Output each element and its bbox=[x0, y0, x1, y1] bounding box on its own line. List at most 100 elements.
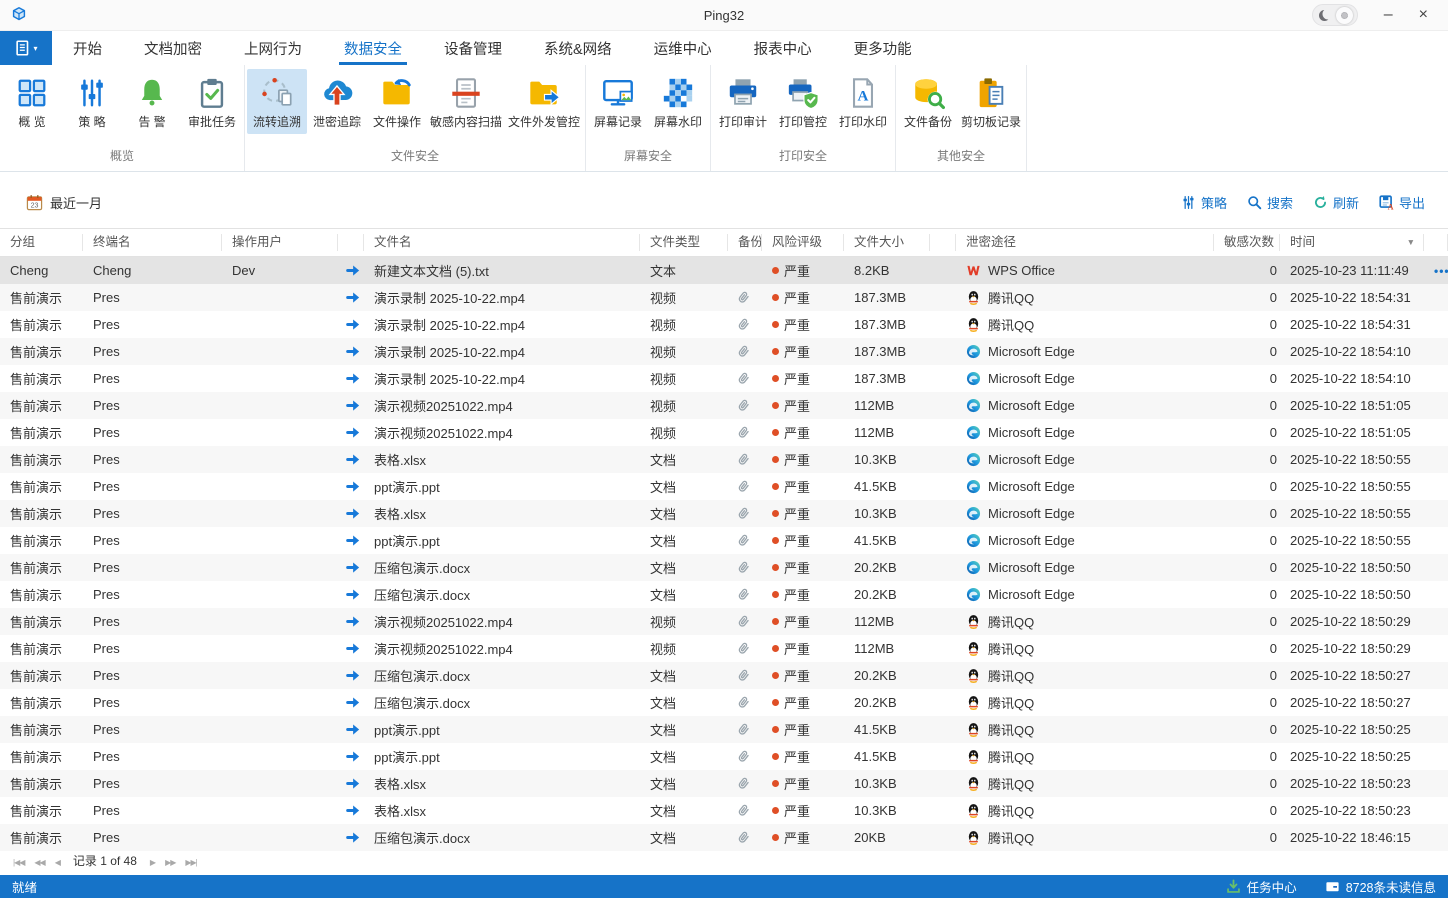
table-row[interactable]: 售前演示 Pres 演示视频20251022.mp4 视频 严重 112MB Microso… bbox=[0, 419, 1448, 446]
column-header-9[interactable]: 文件大小 bbox=[844, 234, 930, 251]
tab-6[interactable]: 系统&网络 bbox=[523, 31, 633, 65]
pager-next-icon[interactable]: ▶ bbox=[150, 858, 156, 867]
column-header-5[interactable]: 文件名 bbox=[364, 234, 640, 251]
ribbon-button-doc-a[interactable]: A 打印水印 bbox=[833, 69, 893, 134]
ribbon-button-folder-return[interactable]: 文件操作 bbox=[367, 69, 427, 134]
ribbon-button-screen-record[interactable]: 屏幕记录 bbox=[588, 69, 648, 134]
ribbon-button-bell[interactable]: 告 警 bbox=[122, 69, 182, 134]
policy-button[interactable]: 策略 bbox=[1181, 193, 1227, 212]
pager-last-icon[interactable]: ▶▶| bbox=[185, 858, 197, 867]
table-row[interactable]: 售前演示 Pres 演示视频20251022.mp4 视频 严重 112MB 腾讯QQ 0 20… bbox=[0, 608, 1448, 635]
search-button[interactable]: 搜索 bbox=[1247, 193, 1293, 212]
table-row[interactable]: 售前演示 Pres 演示录制 2025-10-22.mp4 视频 严重 187.3MB 腾讯… bbox=[0, 311, 1448, 338]
pager-fast-prev-icon[interactable]: ◀◀ bbox=[34, 858, 45, 867]
cell-count: 0 bbox=[1269, 425, 1277, 440]
table-row[interactable]: 售前演示 Pres ppt演示.ppt 文档 严重 41.5KB 腾讯QQ 0 2025-10-… bbox=[0, 716, 1448, 743]
app-menu-button[interactable]: ▾ bbox=[0, 31, 52, 65]
tab-1[interactable]: 开始 bbox=[52, 31, 123, 65]
column-header-11[interactable]: 泄密途径 bbox=[956, 234, 1214, 251]
tab-2[interactable]: 文档加密 bbox=[123, 31, 223, 65]
table-row[interactable]: 售前演示 Pres 演示视频20251022.mp4 视频 严重 112MB Microso… bbox=[0, 392, 1448, 419]
ribbon-button-clipboard-check[interactable]: 审批任务 bbox=[182, 69, 242, 134]
column-header-2[interactable]: 终端名 bbox=[83, 234, 222, 251]
table-row[interactable]: 售前演示 Pres 演示录制 2025-10-22.mp4 视频 严重 187.3MB Mi… bbox=[0, 338, 1448, 365]
table-row[interactable]: 售前演示 Pres ppt演示.ppt 文档 严重 41.5KB 腾讯QQ 0 2025-10-… bbox=[0, 743, 1448, 770]
tab-5[interactable]: 设备管理 bbox=[423, 31, 523, 65]
cell-risk: 严重 bbox=[762, 693, 844, 712]
ribbon-button-trace[interactable]: 流转追溯 bbox=[247, 69, 307, 134]
table-row[interactable]: 售前演示 Pres 表格.xlsx 文档 严重 10.3KB 腾讯QQ 0 2025-10-22… bbox=[0, 770, 1448, 797]
tab-9[interactable]: 更多功能 bbox=[833, 31, 933, 65]
ribbon-button-screen-watermark[interactable]: 屏幕水印 bbox=[648, 69, 708, 134]
cell-file-arrow bbox=[338, 506, 364, 521]
qq-icon bbox=[966, 749, 988, 764]
pager-prev-icon[interactable]: ◀ bbox=[55, 858, 61, 867]
risk-dot-icon bbox=[772, 537, 779, 544]
close-icon[interactable]: × bbox=[1419, 7, 1428, 23]
tab-8[interactable]: 报表中心 bbox=[733, 31, 833, 65]
table-row[interactable]: 售前演示 Pres 演示录制 2025-10-22.mp4 视频 严重 187.3MB 腾讯… bbox=[0, 284, 1448, 311]
unread-messages-button[interactable]: 8728条未读信息 bbox=[1325, 877, 1436, 896]
task-center-label: 任务中心 bbox=[1246, 881, 1297, 895]
refresh-button[interactable]: 刷新 bbox=[1313, 193, 1359, 212]
table-row[interactable]: 售前演示 Pres 演示视频20251022.mp4 视频 严重 112MB 腾讯QQ 0 20… bbox=[0, 635, 1448, 662]
ribbon-button-folder-out[interactable]: 文件外发管控 bbox=[505, 69, 583, 134]
sun-toggle[interactable] bbox=[1335, 6, 1353, 24]
minimize-icon[interactable]: – bbox=[1384, 7, 1393, 23]
cell-channel: Microsoft Edge bbox=[956, 587, 1214, 602]
column-header-1[interactable]: 分组 bbox=[0, 234, 83, 251]
ribbon-button-cloud-up[interactable]: 泄密追踪 bbox=[307, 69, 367, 134]
tab-7[interactable]: 运维中心 bbox=[633, 31, 733, 65]
ribbon-button-sliders[interactable]: 策 略 bbox=[62, 69, 122, 134]
time-filter-caret-icon[interactable]: ▼ bbox=[1407, 234, 1423, 251]
cell-filename: ppt演示.ppt bbox=[374, 750, 440, 765]
export-button[interactable]: A 导出 bbox=[1379, 193, 1425, 212]
ribbon-button-clipboard-doc[interactable]: 剪切板记录 bbox=[958, 69, 1024, 134]
table-row[interactable]: 售前演示 Pres 表格.xlsx 文档 严重 10.3KB 腾讯QQ 0 2025-10-22… bbox=[0, 797, 1448, 824]
tab-4[interactable]: 数据安全 bbox=[323, 31, 423, 65]
table-row[interactable]: 售前演示 Pres 压缩包演示.docx 文档 严重 20.2KB Microsoft Ed… bbox=[0, 581, 1448, 608]
ribbon-button-grid[interactable]: 概 览 bbox=[2, 69, 62, 134]
qq-icon bbox=[966, 614, 988, 629]
cell-terminal: Pres bbox=[93, 668, 120, 683]
cell-filetype: 视频 bbox=[650, 399, 677, 414]
table-row[interactable]: 售前演示 Pres 压缩包演示.docx 文档 严重 20KB 腾讯QQ 0 2025-10-2… bbox=[0, 824, 1448, 851]
moon-icon[interactable] bbox=[1319, 10, 1330, 21]
ribbon-button-label: 泄密追踪 bbox=[312, 115, 361, 129]
cell-channel: 腾讯QQ bbox=[956, 639, 1214, 658]
file-arrow-icon bbox=[346, 749, 361, 764]
tab-3[interactable]: 上网行为 bbox=[223, 31, 323, 65]
column-header-12[interactable]: 敏感次数 bbox=[1214, 234, 1280, 251]
pager-fast-next-icon[interactable]: ▶▶ bbox=[165, 858, 176, 867]
table-row[interactable]: 售前演示 Pres 压缩包演示.docx 文档 严重 20.2KB 腾讯QQ 0 2025-10… bbox=[0, 662, 1448, 689]
table-row[interactable]: 售前演示 Pres ppt演示.ppt 文档 严重 41.5KB Microsoft Edg… bbox=[0, 473, 1448, 500]
file-arrow-icon bbox=[346, 803, 361, 818]
date-range-filter[interactable]: 23 最近一月 bbox=[26, 193, 102, 212]
table-row[interactable]: 售前演示 Pres 压缩包演示.docx 文档 严重 20.2KB 腾讯QQ 0 2025-10… bbox=[0, 689, 1448, 716]
ribbon-button-doc-scan[interactable]: 敏感内容扫描 bbox=[427, 69, 505, 134]
table-row[interactable]: Cheng Cheng Dev 新建文本文档 (5).txt 文本 严重 8.2KB WPS … bbox=[0, 257, 1448, 284]
theme-toggle[interactable] bbox=[1311, 4, 1358, 26]
table-row[interactable]: 售前演示 Pres ppt演示.ppt 文档 严重 41.5KB Microsoft Edg… bbox=[0, 527, 1448, 554]
qq-icon bbox=[966, 668, 988, 683]
table-row[interactable]: 售前演示 Pres 表格.xlsx 文档 严重 10.3KB Microsoft Edge 0… bbox=[0, 500, 1448, 527]
ribbon-button-db-search[interactable]: 文件备份 bbox=[898, 69, 958, 134]
column-header-8[interactable]: 风险评级 bbox=[762, 234, 844, 251]
table-row[interactable]: 售前演示 Pres 演示录制 2025-10-22.mp4 视频 严重 187.3MB Mi… bbox=[0, 365, 1448, 392]
column-header-13[interactable]: 时间 ▼ bbox=[1280, 234, 1424, 251]
ribbon-button-printer-shield[interactable]: 打印管控 bbox=[773, 69, 833, 134]
column-header-empty bbox=[1424, 234, 1448, 251]
column-header-3[interactable]: 操作用户 bbox=[222, 234, 338, 251]
tab-strip: 开始 文档加密 上网行为 数据安全 设备管理 系统&网络 运维中心 报表中心 更多功能 bbox=[52, 31, 933, 65]
more-actions-icon[interactable]: ••• bbox=[1424, 264, 1448, 278]
cell-count: 0 bbox=[1269, 749, 1277, 764]
column-header-7[interactable]: 备份 bbox=[728, 234, 762, 251]
pager-first-icon[interactable]: |◀◀ bbox=[13, 858, 25, 867]
risk-dot-icon bbox=[772, 645, 779, 652]
column-header-6[interactable]: 文件类型 bbox=[640, 234, 728, 251]
cell-count: 0 bbox=[1269, 452, 1277, 467]
task-center-button[interactable]: 任务中心 bbox=[1226, 877, 1297, 896]
table-row[interactable]: 售前演示 Pres 压缩包演示.docx 文档 严重 20.2KB Microsoft Ed… bbox=[0, 554, 1448, 581]
ribbon-button-printer[interactable]: 打印审计 bbox=[713, 69, 773, 134]
table-row[interactable]: 售前演示 Pres 表格.xlsx 文档 严重 10.3KB Microsoft Edge 0… bbox=[0, 446, 1448, 473]
